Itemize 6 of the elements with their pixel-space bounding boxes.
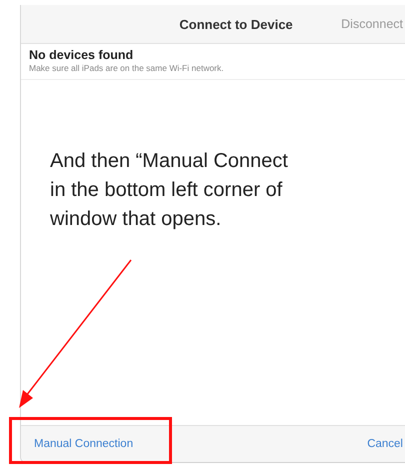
manual-connection-button[interactable]: Manual Connection: [34, 438, 134, 450]
annotation-text: And then “Manual Connect in the bottom left corner of window that opens.: [50, 149, 288, 232]
status-detail: Make sure all iPads are on the same Wi-Fi network.: [29, 63, 225, 73]
status-heading: No devices found: [29, 48, 134, 62]
dialog-title: Connect to Device: [178, 16, 294, 32]
cancel-button[interactable]: Cancel: [367, 438, 403, 450]
